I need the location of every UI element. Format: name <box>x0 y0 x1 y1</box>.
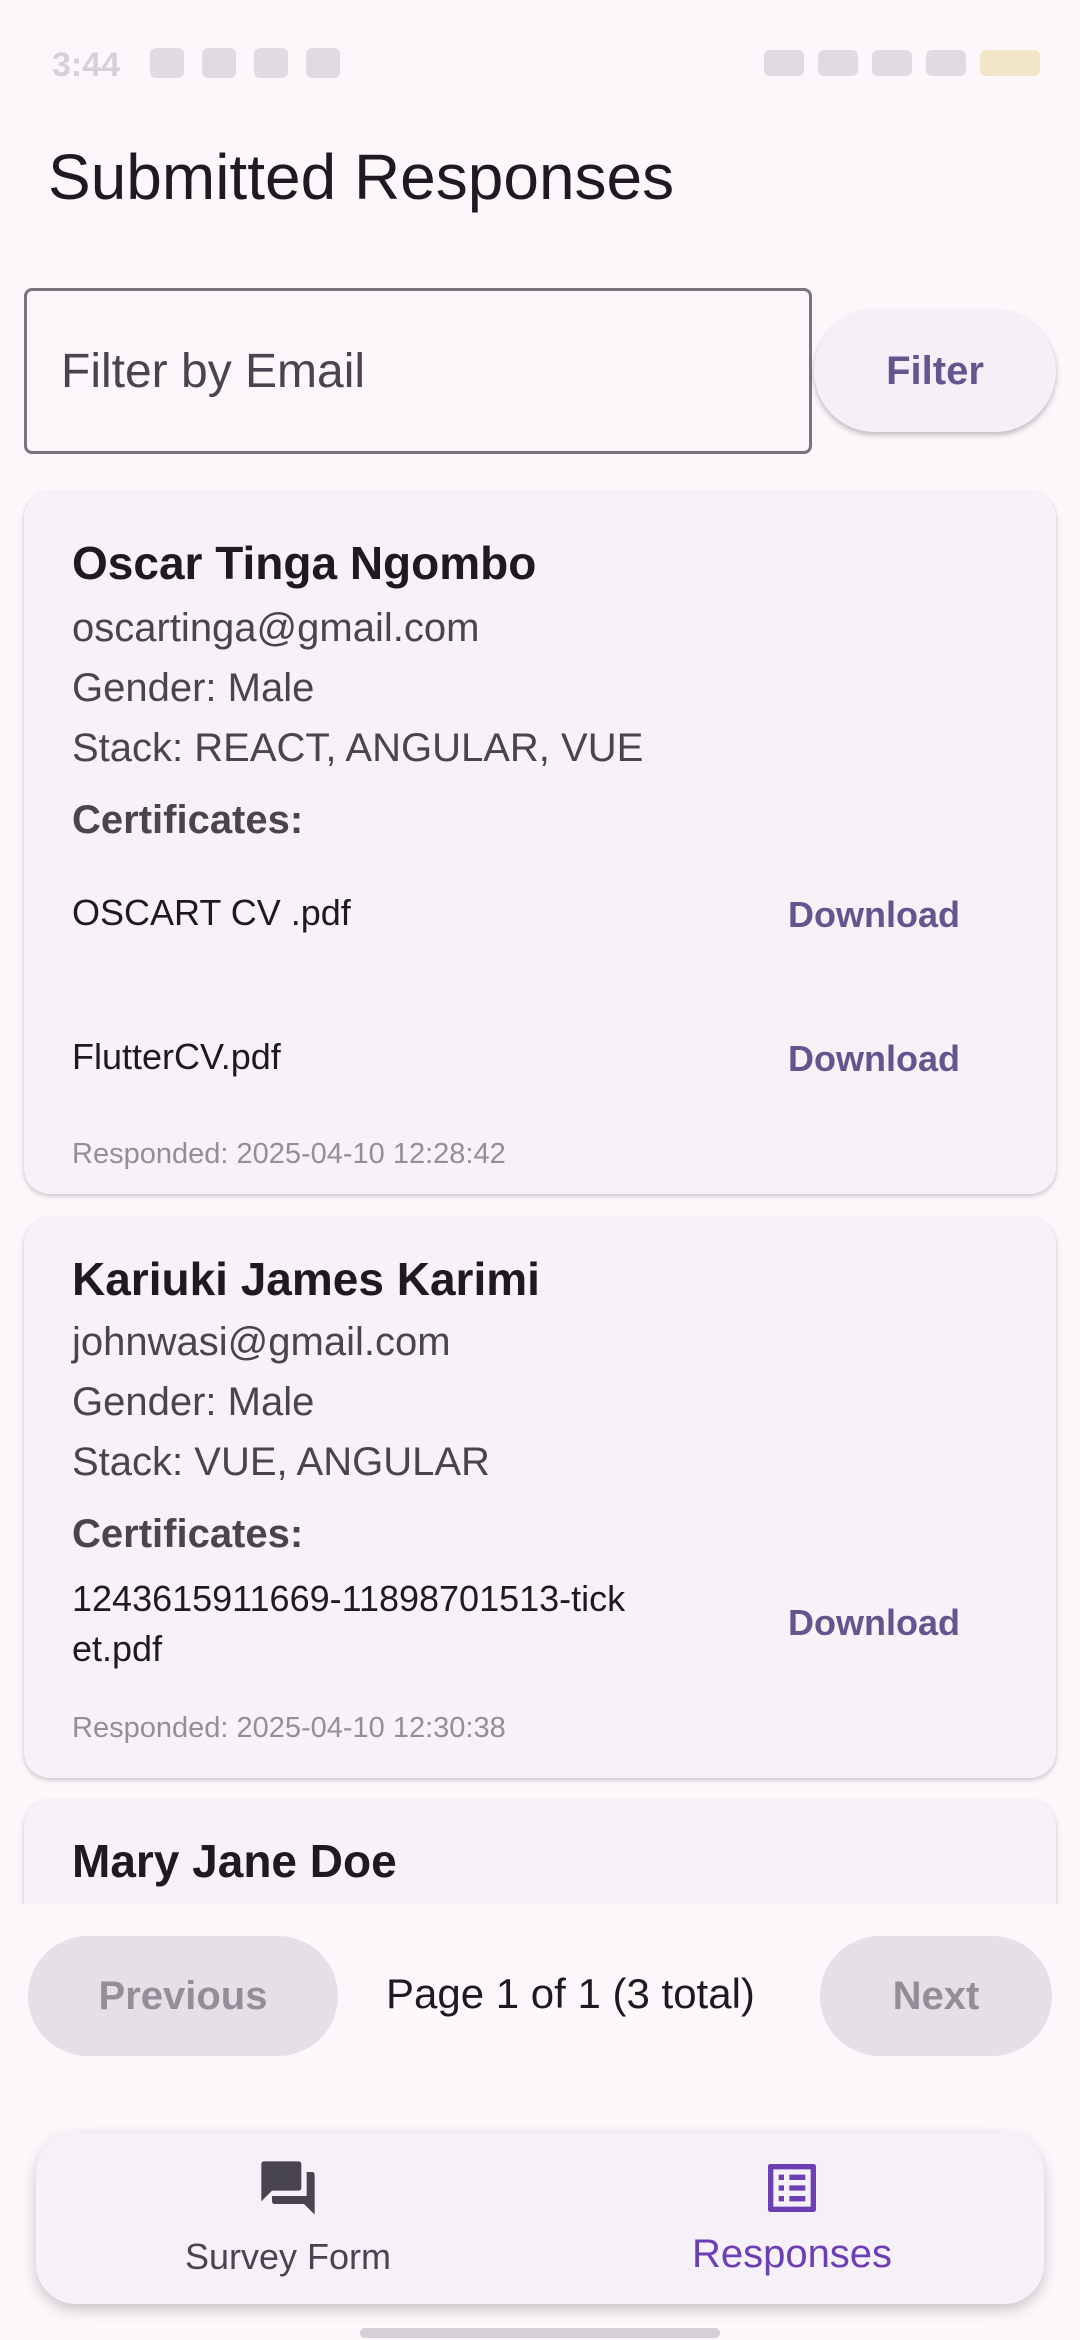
response-card: Kariuki James Karimi johnwasi@gmail.com … <box>24 1218 1056 1778</box>
nav-item-responses[interactable]: Responses <box>540 2132 1044 2304</box>
respondent-email: oscartinga@gmail.com <box>72 606 480 650</box>
email-filter-input[interactable] <box>24 288 812 454</box>
download-button[interactable]: Download <box>788 894 960 936</box>
respondent-gender: Gender: Male <box>72 1380 315 1424</box>
bottom-navigation: Survey Form Responses <box>36 2132 1044 2304</box>
certificates-heading: Certificates: <box>72 798 304 842</box>
respondent-name: Oscar Tinga Ngombo <box>72 537 537 589</box>
pagination: Previous Page 1 of 1 (3 total) Next <box>0 1936 1080 2060</box>
signal-icon <box>872 50 912 76</box>
status-bar: 3:44 <box>0 0 1080 130</box>
status-time: 3:44 <box>52 46 121 84</box>
nav-label: Responses <box>691 2232 893 2276</box>
nav-label: Survey Form <box>184 2236 392 2277</box>
home-indicator[interactable] <box>360 2328 720 2338</box>
respondent-gender: Gender: Male <box>72 666 315 710</box>
certificate-file-name: OSCART CV .pdf <box>72 892 351 933</box>
list-alt-icon <box>768 2164 816 2212</box>
notification-icons <box>150 48 340 78</box>
next-button[interactable]: Next <box>820 1936 1052 2056</box>
responses-list[interactable]: Oscar Tinga Ngombo oscartinga@gmail.com … <box>0 480 1080 1904</box>
nav-item-survey-form[interactable]: Survey Form <box>36 2132 540 2304</box>
response-card: Oscar Tinga Ngombo oscartinga@gmail.com … <box>24 492 1056 1194</box>
response-card: Mary Jane Doe <box>24 1800 1056 1904</box>
page-info: Page 1 of 1 (3 total) <box>386 1970 755 2017</box>
filter-button[interactable]: Filter <box>814 310 1056 432</box>
responded-timestamp: Responded: 2025-04-10 12:30:38 <box>72 1712 506 1744</box>
download-button[interactable]: Download <box>788 1038 960 1080</box>
linkedin-icon <box>306 48 340 78</box>
respondent-email: johnwasi@gmail.com <box>72 1320 451 1364</box>
sync-icon <box>202 48 236 78</box>
signal-2-icon <box>926 50 966 76</box>
system-icons <box>764 50 1040 76</box>
forum-icon <box>261 2161 315 2215</box>
download-button[interactable]: Download <box>788 1602 960 1644</box>
previous-button[interactable]: Previous <box>28 1936 338 2056</box>
certificates-heading: Certificates: <box>72 1512 304 1556</box>
alarm-icon <box>764 50 804 76</box>
whatsapp-icon <box>150 48 184 78</box>
certificate-file-name: 1243615911669-11898701513-ticket.pdf <box>72 1578 626 1669</box>
certificate-file-name: FlutterCV.pdf <box>72 1036 281 1077</box>
respondent-name: Mary Jane Doe <box>72 1835 397 1887</box>
responded-timestamp: Responded: 2025-04-10 12:28:42 <box>72 1138 506 1170</box>
respondent-stack: Stack: VUE, ANGULAR <box>72 1440 490 1484</box>
battery-icon <box>980 50 1040 76</box>
x-icon <box>254 48 288 78</box>
wifi-icon <box>818 50 858 76</box>
page-title: Submitted Responses <box>48 141 675 213</box>
respondent-name: Kariuki James Karimi <box>72 1253 540 1305</box>
respondent-stack: Stack: REACT, ANGULAR, VUE <box>72 726 644 770</box>
